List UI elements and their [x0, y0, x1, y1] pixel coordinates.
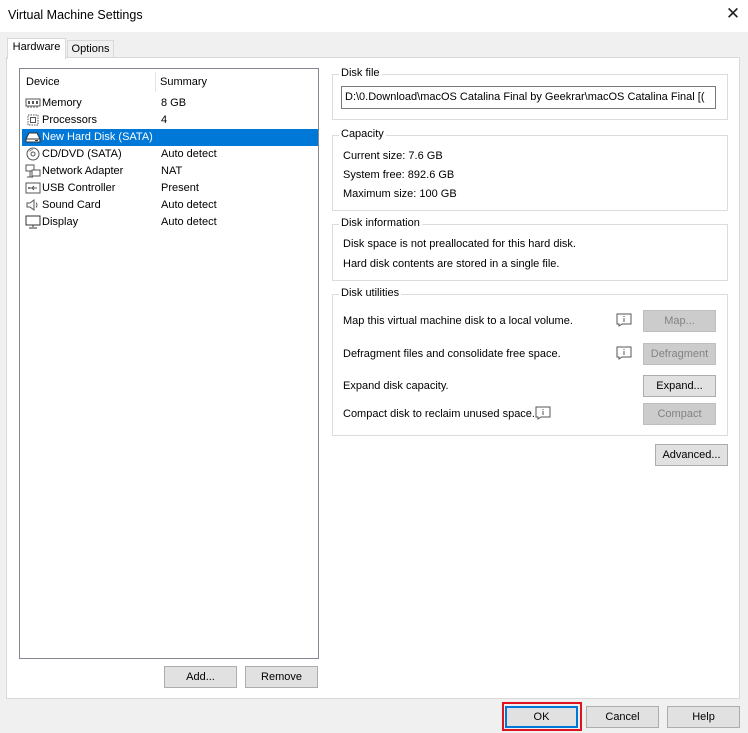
- device-row-memory[interactable]: Memory 8 GB: [22, 95, 318, 112]
- remove-device-button[interactable]: Remove: [245, 666, 318, 688]
- network-adapter-icon: [25, 164, 41, 178]
- expand-button[interactable]: Expand...: [643, 375, 716, 397]
- tab-options-label: Options: [71, 43, 110, 55]
- device-column-header[interactable]: Device: [26, 76, 60, 88]
- device-row-sound-card[interactable]: Sound Card Auto detect: [22, 197, 318, 214]
- device-summary: 8 GB: [161, 97, 187, 109]
- device-name: Network Adapter: [42, 165, 124, 177]
- device-list[interactable]: Device Summary Memory 8 GB Processors 4 …: [19, 68, 319, 659]
- device-name: New Hard Disk (SATA): [42, 131, 153, 143]
- disk-utilities-title: Disk utilities: [339, 287, 402, 299]
- hard-disk-icon: [25, 132, 41, 143]
- system-free-text: System free: 892.6 GB: [343, 169, 455, 181]
- advanced-button[interactable]: Advanced...: [655, 444, 728, 466]
- speaker-icon: [26, 199, 38, 211]
- device-name: Sound Card: [42, 199, 101, 211]
- disk-file-path-field[interactable]: D:\0.Download\macOS Catalina Final by Ge…: [341, 86, 716, 109]
- add-device-button[interactable]: Add...: [164, 666, 237, 688]
- device-name: CD/DVD (SATA): [42, 148, 122, 160]
- defragment-button[interactable]: Defragment: [643, 343, 716, 365]
- device-summary: Auto detect: [161, 199, 217, 211]
- tab-hardware[interactable]: Hardware: [7, 38, 66, 59]
- summary-column-header[interactable]: Summary: [160, 76, 207, 88]
- device-name: Processors: [42, 114, 98, 126]
- monitor-icon: [25, 215, 41, 229]
- device-summary: Present: [161, 182, 199, 194]
- defragment-description: Defragment files and consolidate free sp…: [343, 348, 561, 360]
- map-description: Map this virtual machine disk to a local…: [343, 315, 573, 327]
- maximum-size-text: Maximum size: 100 GB: [343, 188, 457, 200]
- disk-info-line-1: Disk space is not preallocated for this …: [343, 238, 576, 250]
- device-name: Memory: [42, 97, 82, 109]
- current-size-text: Current size: 7.6 GB: [343, 150, 443, 162]
- device-row-display[interactable]: Display Auto detect: [22, 214, 318, 231]
- device-summary: Auto detect: [161, 148, 217, 160]
- info-icon: [535, 406, 551, 420]
- ok-button[interactable]: OK: [505, 706, 578, 728]
- device-row-usb-controller[interactable]: USB Controller Present: [22, 180, 318, 197]
- cancel-button[interactable]: Cancel: [586, 706, 659, 728]
- device-summary: NAT: [161, 165, 183, 177]
- usb-icon: [25, 182, 41, 194]
- disk-information-title: Disk information: [339, 217, 422, 229]
- device-row-processors[interactable]: Processors 4: [22, 112, 318, 129]
- window-title: Virtual Machine Settings: [8, 8, 143, 22]
- processor-icon: [27, 114, 39, 126]
- cd-dvd-icon: [26, 147, 40, 161]
- expand-description: Expand disk capacity.: [343, 380, 449, 392]
- device-summary: 4: [161, 114, 168, 126]
- device-name: USB Controller: [42, 182, 116, 194]
- info-icon: [616, 313, 632, 327]
- device-row-network-adapter[interactable]: Network Adapter NAT: [22, 163, 318, 180]
- info-icon: [616, 346, 632, 360]
- device-row-cd-dvd[interactable]: CD/DVD (SATA) Auto detect: [22, 146, 318, 163]
- map-button[interactable]: Map...: [643, 310, 716, 332]
- memory-icon: [25, 98, 41, 108]
- column-divider[interactable]: [155, 72, 156, 92]
- device-row-hard-disk[interactable]: New Hard Disk (SATA): [22, 129, 318, 146]
- tab-hardware-label: Hardware: [12, 41, 61, 53]
- device-name: Display: [42, 216, 79, 228]
- compact-button[interactable]: Compact: [643, 403, 716, 425]
- help-button[interactable]: Help: [667, 706, 740, 728]
- close-icon[interactable]: ✕: [724, 5, 742, 23]
- compact-description: Compact disk to reclaim unused space.: [343, 408, 535, 420]
- title-bar: Virtual Machine Settings ✕: [0, 0, 748, 32]
- capacity-title: Capacity: [339, 128, 386, 140]
- device-summary: Auto detect: [161, 216, 217, 228]
- disk-info-line-2: Hard disk contents are stored in a singl…: [343, 258, 560, 270]
- disk-information-group: Disk information: [332, 217, 728, 281]
- disk-file-title: Disk file: [339, 67, 382, 79]
